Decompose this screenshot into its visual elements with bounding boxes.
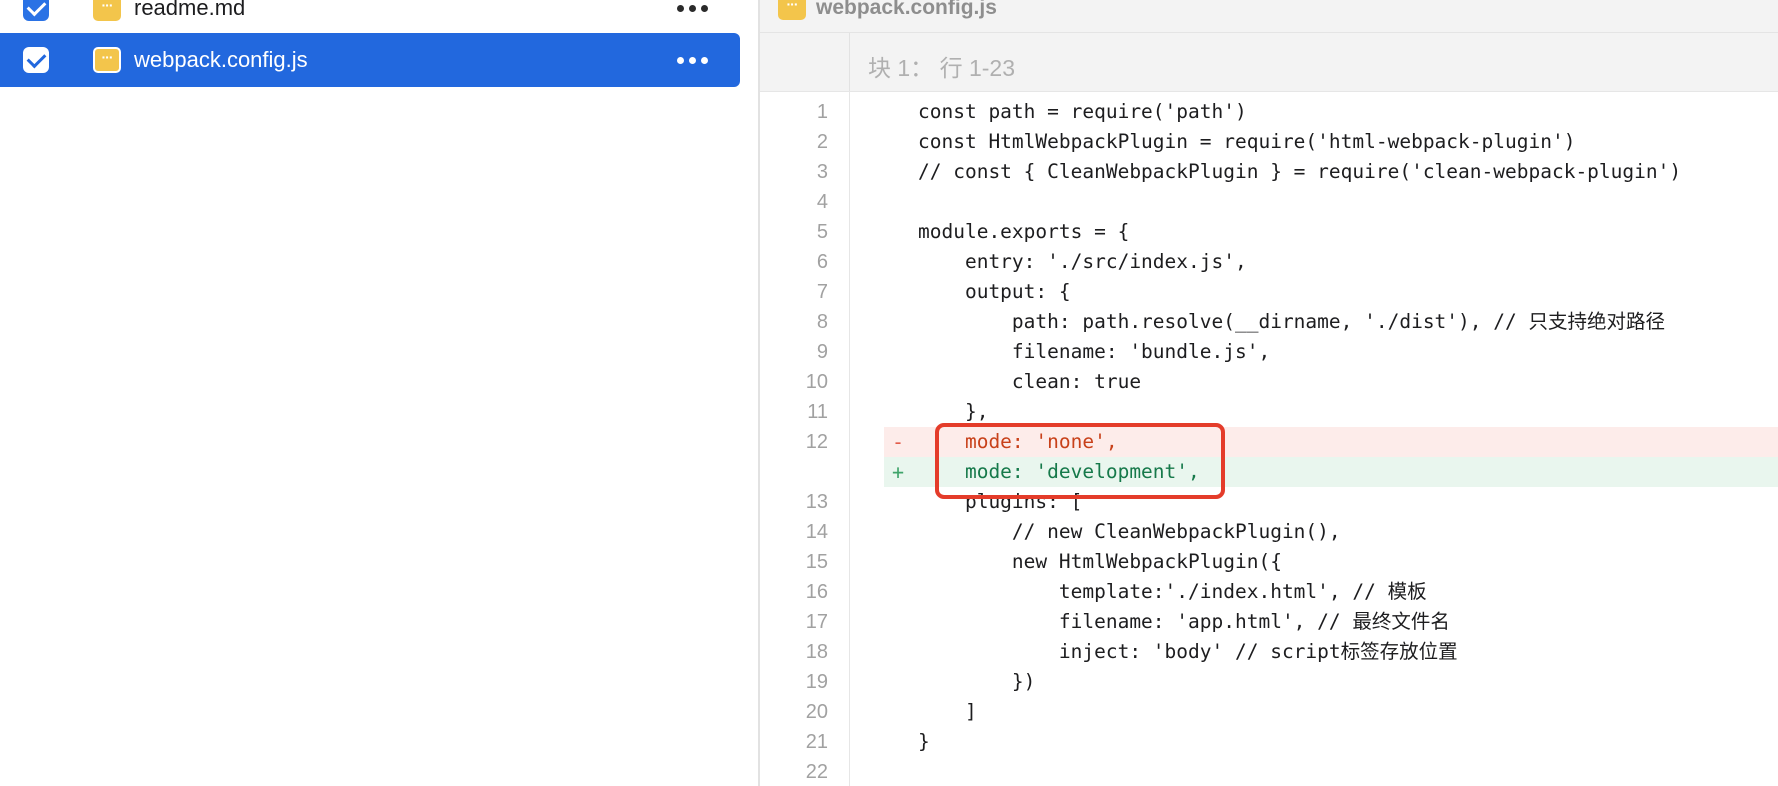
code-text: template:'./index.html', // 模板 — [918, 580, 1427, 603]
code-text: output: { — [918, 280, 1071, 303]
code-line: 21} — [760, 727, 1778, 757]
line-number: 18 — [805, 641, 828, 663]
diff-file-header: ··· webpack.config.js — [760, 0, 1778, 33]
more-options-button[interactable] — [672, 45, 712, 75]
code-text: const HtmlWebpackPlugin = require('html-… — [918, 130, 1576, 153]
line-number: 22 — [805, 761, 828, 783]
code-line: 20 ] — [760, 697, 1778, 727]
line-number: 7 — [816, 281, 828, 303]
line-number: 21 — [805, 731, 828, 753]
line-number: 20 — [805, 701, 828, 723]
line-number: 12 — [805, 431, 828, 453]
code-line: 13 plugins: [ — [760, 487, 1778, 517]
added-line: + mode: 'development', — [760, 457, 1778, 487]
annotation-highlight-box — [935, 423, 1225, 499]
file-icon: ··· — [93, 47, 121, 73]
file-row-readme[interactable]: ··· readme.md — [0, 0, 740, 35]
code-line: 11 }, — [760, 397, 1778, 427]
diff-file-name: webpack.config.js — [816, 0, 997, 19]
code-text: // const { CleanWebpackPlugin } = requir… — [918, 160, 1682, 183]
more-options-button[interactable] — [672, 0, 712, 23]
code-text: module.exports = { — [918, 220, 1130, 243]
file-row-webpack-config[interactable]: ··· webpack.config.js — [0, 33, 740, 87]
line-number: 10 — [805, 371, 828, 393]
code-text: }) — [918, 670, 1036, 693]
code-line: 15 new HtmlWebpackPlugin({ — [760, 547, 1778, 577]
code-text: filename: 'app.html', // 最终文件名 — [918, 610, 1450, 633]
checkmark-icon — [26, 0, 46, 17]
file-checkbox[interactable] — [23, 47, 49, 73]
code-text: path: path.resolve(__dirname, './dist'),… — [918, 310, 1665, 333]
code-text: const path = require('path') — [918, 100, 1247, 123]
code-text: // new CleanWebpackPlugin(), — [918, 520, 1341, 543]
code-text: ] — [918, 700, 977, 723]
hunk-label: 块 1： 行 1-23 — [868, 55, 1015, 81]
diff-code: 1 const path = require('path') 2 const Html… — [760, 97, 1778, 786]
line-number: 11 — [807, 401, 828, 423]
diff-marker: - — [892, 430, 905, 454]
line-number: 13 — [805, 491, 828, 513]
removed-line: 12- mode: 'none', — [760, 427, 1778, 457]
file-checkbox[interactable] — [23, 0, 49, 21]
line-number: 15 — [805, 551, 828, 573]
code-line: 10 clean: true — [760, 367, 1778, 397]
file-list-pane: ··· readme.md ··· webpack.config.js — [0, 0, 740, 786]
line-number: 16 — [805, 581, 828, 603]
code-line: 8 path: path.resolve(__dirname, './dist'… — [760, 307, 1778, 337]
code-text: filename: 'bundle.js', — [918, 340, 1271, 363]
line-number: 4 — [816, 191, 828, 213]
line-number: 19 — [805, 671, 828, 693]
code-line: 22 — [760, 757, 1778, 786]
file-icon: ··· — [93, 0, 121, 21]
code-text: } — [918, 730, 930, 753]
code-line: 5 module.exports = { — [760, 217, 1778, 247]
code-line: 4 — [760, 187, 1778, 217]
code-line: 7 output: { — [760, 277, 1778, 307]
code-line: 1 const path = require('path') — [760, 97, 1778, 127]
code-line: 6 entry: './src/index.js', — [760, 247, 1778, 277]
line-number: 1 — [816, 101, 828, 123]
code-text: new HtmlWebpackPlugin({ — [918, 550, 1282, 573]
line-number: 17 — [805, 611, 828, 633]
file-icon: ··· — [778, 0, 806, 20]
file-name: webpack.config.js — [134, 47, 308, 72]
line-number: 6 — [816, 251, 828, 273]
code-text: inject: 'body' // script标签存放位置 — [918, 640, 1458, 663]
diff-pane: ··· webpack.config.js 块 1： 行 1-23 1 const… — [760, 0, 1778, 786]
code-line: 9 filename: 'bundle.js', — [760, 337, 1778, 367]
checkmark-icon — [26, 48, 46, 69]
code-line: 16 template:'./index.html', // 模板 — [760, 577, 1778, 607]
code-line: 14 // new CleanWebpackPlugin(), — [760, 517, 1778, 547]
line-number: 3 — [816, 161, 828, 183]
code-text: entry: './src/index.js', — [918, 250, 1247, 273]
line-number: 2 — [816, 131, 828, 153]
line-number: 8 — [816, 311, 828, 333]
code-line: 3 // const { CleanWebpackPlugin } = requi… — [760, 157, 1778, 187]
code-line: 18 inject: 'body' // script标签存放位置 — [760, 637, 1778, 667]
line-number: 14 — [805, 521, 828, 543]
code-line: 2 const HtmlWebpackPlugin = require('html… — [760, 127, 1778, 157]
hunk-header: 块 1： 行 1-23 — [760, 33, 1778, 92]
line-number: 5 — [816, 221, 828, 243]
code-text: clean: true — [918, 370, 1142, 393]
line-number: 9 — [816, 341, 828, 363]
diff-marker: + — [892, 460, 905, 484]
code-line: 17 filename: 'app.html', // 最终文件名 — [760, 607, 1778, 637]
file-name: readme.md — [134, 0, 246, 20]
code-line: 19 }) — [760, 667, 1778, 697]
